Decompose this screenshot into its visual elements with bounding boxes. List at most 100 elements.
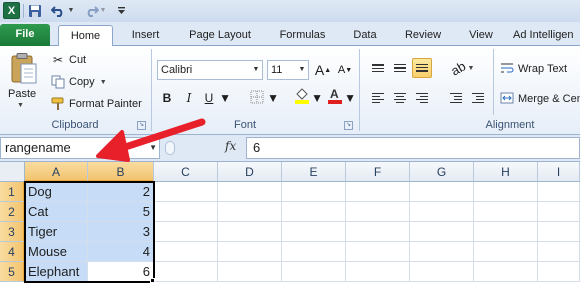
cell-empty[interactable]: [538, 182, 580, 202]
tab-view[interactable]: View: [461, 25, 501, 46]
align-left-button[interactable]: [368, 88, 388, 108]
tab-insert[interactable]: Insert: [123, 25, 168, 46]
increase-indent-button[interactable]: [468, 88, 488, 108]
tab-review[interactable]: Review: [398, 25, 448, 46]
undo-dropdown-icon[interactable]: ▼: [67, 2, 75, 19]
orientation-button[interactable]: ab: [448, 58, 468, 78]
cut-button[interactable]: ✂ Cut: [50, 51, 86, 69]
column-header-g[interactable]: G: [410, 162, 474, 182]
cell-empty[interactable]: [410, 222, 474, 242]
cell-b4[interactable]: 4: [88, 242, 154, 262]
column-header-e[interactable]: E: [282, 162, 346, 182]
cell-b2[interactable]: 5: [88, 202, 154, 222]
cell-empty[interactable]: [346, 202, 410, 222]
cell-empty[interactable]: [474, 222, 538, 242]
cell-empty[interactable]: [218, 262, 282, 282]
tab-file[interactable]: File: [0, 24, 50, 46]
cell-empty[interactable]: [474, 182, 538, 202]
cell-b3[interactable]: 3: [88, 222, 154, 242]
font-color-dropdown-icon[interactable]: ▼: [344, 89, 356, 107]
grow-font-button[interactable]: A ▲: [314, 61, 332, 79]
shrink-font-button[interactable]: A ▼: [336, 61, 354, 79]
name-box[interactable]: rangename ▼: [0, 137, 160, 159]
cell-empty[interactable]: [538, 262, 580, 282]
underline-dropdown-icon[interactable]: ▼: [219, 89, 231, 107]
chevron-down-icon[interactable]: ▼: [149, 138, 157, 158]
row-header-3[interactable]: 3: [0, 222, 25, 242]
bold-button[interactable]: B: [158, 89, 176, 107]
cell-empty[interactable]: [154, 222, 218, 242]
cell-empty[interactable]: [218, 202, 282, 222]
tab-home[interactable]: Home: [58, 25, 113, 47]
save-icon[interactable]: [27, 2, 43, 19]
cell-empty[interactable]: [154, 182, 218, 202]
font-name-combo[interactable]: Calibri ▼: [157, 60, 263, 80]
cell-empty[interactable]: [282, 262, 346, 282]
tab-data[interactable]: Data: [345, 25, 385, 46]
tab-formulas[interactable]: Formulas: [270, 25, 335, 46]
customize-qat-icon[interactable]: [116, 2, 126, 19]
cell-empty[interactable]: [218, 242, 282, 262]
column-header-h[interactable]: H: [474, 162, 538, 182]
wrap-text-button[interactable]: Wrap Text: [500, 60, 567, 78]
cell-empty[interactable]: [410, 242, 474, 262]
cell-empty[interactable]: [410, 202, 474, 222]
font-launcher-icon[interactable]: ↘: [344, 121, 353, 130]
cell-empty[interactable]: [474, 242, 538, 262]
chevron-down-icon[interactable]: ▼: [297, 61, 307, 79]
underline-button[interactable]: U: [200, 89, 218, 107]
select-all-corner[interactable]: [0, 162, 25, 182]
cell-empty[interactable]: [346, 222, 410, 242]
paste-button[interactable]: [9, 52, 39, 86]
fill-handle[interactable]: [150, 278, 155, 283]
cell-a1[interactable]: Dog: [25, 182, 88, 202]
cell-empty[interactable]: [282, 182, 346, 202]
paste-label[interactable]: Paste: [8, 88, 36, 100]
font-size-combo[interactable]: 11 ▼: [267, 60, 309, 80]
align-bottom-button[interactable]: [412, 58, 432, 78]
column-header-i[interactable]: I: [538, 162, 580, 182]
cell-b5-active[interactable]: 6: [88, 262, 154, 282]
tab-page-layout[interactable]: Page Layout: [180, 25, 260, 46]
cell-empty[interactable]: [538, 242, 580, 262]
insert-function-button[interactable]: fx: [225, 139, 236, 153]
cell-empty[interactable]: [282, 202, 346, 222]
cell-empty[interactable]: [154, 202, 218, 222]
fill-color-dropdown-icon[interactable]: ▼: [311, 89, 323, 107]
align-right-button[interactable]: [412, 88, 432, 108]
cell-empty[interactable]: [410, 182, 474, 202]
tab-ad-intelligence[interactable]: Ad Intelligen: [513, 25, 580, 46]
cell-empty[interactable]: [282, 242, 346, 262]
row-header-5[interactable]: 5: [0, 262, 25, 282]
cell-a5[interactable]: Elephant: [25, 262, 88, 282]
cell-empty[interactable]: [346, 262, 410, 282]
align-center-button[interactable]: [390, 88, 410, 108]
cell-empty[interactable]: [474, 262, 538, 282]
cell-empty[interactable]: [346, 182, 410, 202]
cell-a3[interactable]: Tiger: [25, 222, 88, 242]
merge-center-button[interactable]: Merge & Center: [500, 90, 580, 108]
cell-empty[interactable]: [538, 222, 580, 242]
column-header-b[interactable]: B: [88, 162, 154, 182]
cell-a2[interactable]: Cat: [25, 202, 88, 222]
format-painter-button[interactable]: Format Painter: [50, 95, 142, 113]
chevron-down-icon[interactable]: ▼: [251, 61, 261, 79]
decrease-indent-button[interactable]: [446, 88, 466, 108]
cell-a4[interactable]: Mouse: [25, 242, 88, 262]
clipboard-launcher-icon[interactable]: ↘: [137, 121, 146, 130]
cell-b1[interactable]: 2: [88, 182, 154, 202]
italic-button[interactable]: I: [180, 89, 198, 107]
copy-dropdown-icon[interactable]: ▼: [100, 79, 107, 86]
row-header-4[interactable]: 4: [0, 242, 25, 262]
paste-dropdown-icon[interactable]: ▼: [17, 102, 24, 109]
cell-empty[interactable]: [218, 222, 282, 242]
column-header-a[interactable]: A: [25, 162, 88, 182]
column-header-f[interactable]: F: [346, 162, 410, 182]
borders-button[interactable]: [248, 89, 266, 107]
row-header-2[interactable]: 2: [0, 202, 25, 222]
cell-empty[interactable]: [282, 222, 346, 242]
formula-bar-resize-handle[interactable]: [165, 141, 175, 155]
column-header-c[interactable]: C: [154, 162, 218, 182]
fill-color-button[interactable]: [292, 87, 312, 105]
cell-empty[interactable]: [218, 182, 282, 202]
